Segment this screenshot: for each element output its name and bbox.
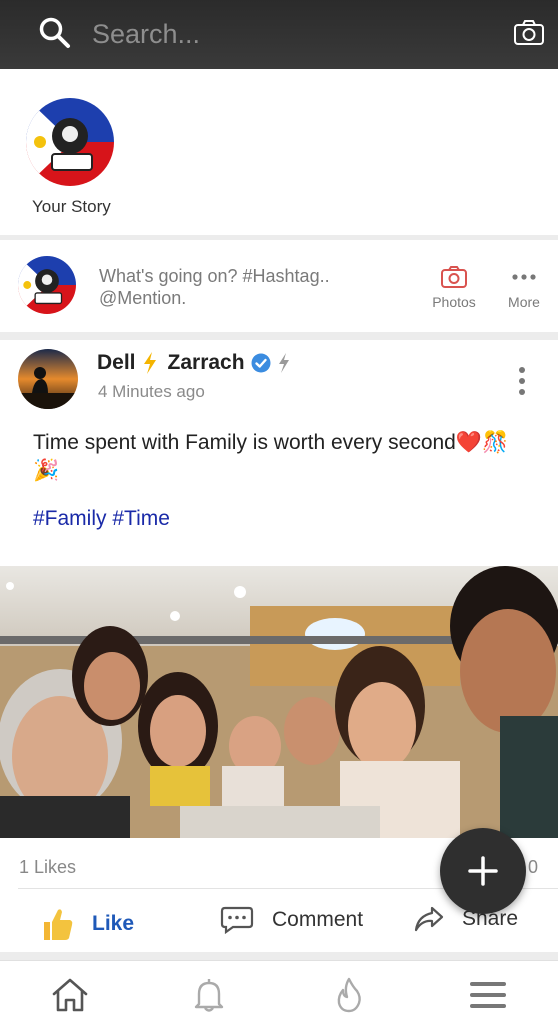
avatar-flag-logo	[18, 256, 76, 314]
likes-count[interactable]: 1 Likes	[19, 857, 76, 878]
home-icon[interactable]	[50, 977, 90, 1013]
post-author-avatar[interactable]	[18, 349, 78, 409]
author-first-name: Dell	[97, 351, 136, 374]
author-last-name: Zarrach	[167, 351, 245, 374]
app-screen: Your Story What's going on? #Hashtag.. @…	[0, 0, 558, 1024]
stories-section: Your Story	[0, 69, 558, 235]
post-composer: What's going on? #Hashtag.. @Mention. Ph…	[0, 240, 558, 332]
your-story-avatar[interactable]	[26, 98, 114, 186]
comment-button[interactable]: Comment	[220, 906, 363, 934]
photos-button[interactable]: Photos	[424, 266, 484, 310]
hamburger-icon[interactable]	[468, 977, 508, 1013]
composer-avatar	[18, 256, 76, 314]
photos-label: Photos	[432, 294, 476, 310]
camera-icon[interactable]	[513, 19, 545, 47]
search-input[interactable]	[92, 14, 472, 54]
post-hashtags[interactable]: #Family #Time	[33, 507, 170, 531]
post-body-text: Time spent with Family is worth every se…	[33, 431, 509, 482]
composer-input[interactable]: What's going on? #Hashtag.. @Mention.	[99, 265, 399, 309]
search-icon[interactable]	[38, 16, 72, 50]
fire-icon[interactable]	[329, 977, 369, 1013]
comments-count[interactable]: 0	[528, 857, 538, 878]
avatar-flag-logo	[26, 98, 114, 186]
more-label: More	[508, 294, 540, 310]
share-icon	[414, 906, 444, 932]
post-photo[interactable]	[0, 566, 558, 838]
family-dinner-photo	[0, 566, 558, 838]
more-button[interactable]: More	[494, 266, 554, 310]
verified-icon	[251, 353, 271, 373]
comment-icon	[220, 906, 254, 934]
thumbs-up-icon	[44, 909, 73, 940]
like-label: Like	[92, 912, 135, 935]
your-story-label[interactable]: Your Story	[32, 197, 111, 217]
more-icon	[512, 274, 536, 280]
like-button[interactable]: Like	[42, 906, 134, 942]
post-author-name[interactable]: Dell Zarrach	[97, 351, 291, 375]
top-search-bar	[0, 0, 558, 69]
avatar-sunset-photo	[18, 349, 78, 409]
lightning-icon	[143, 352, 156, 374]
create-post-fab[interactable]	[440, 828, 526, 914]
bottom-navigation	[0, 960, 558, 1024]
kebab-menu-icon[interactable]	[512, 366, 532, 396]
plus-icon	[468, 856, 498, 886]
lightning-icon	[278, 353, 289, 373]
comment-label: Comment	[272, 908, 364, 931]
photos-icon	[441, 266, 467, 288]
bell-icon[interactable]	[189, 977, 229, 1013]
post-timestamp: 4 Minutes ago	[98, 382, 205, 401]
